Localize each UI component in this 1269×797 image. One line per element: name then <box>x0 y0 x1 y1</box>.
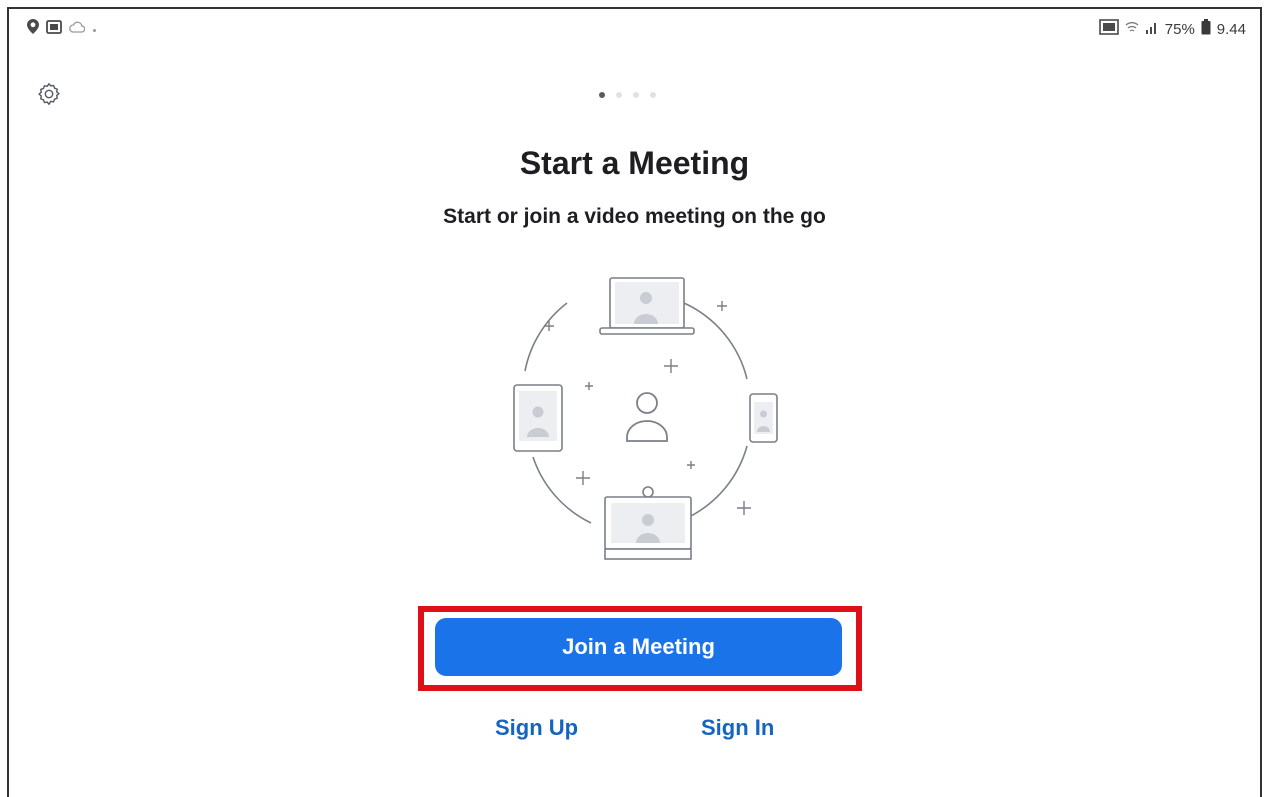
clock: 9.44 <box>1216 20 1246 38</box>
person-icon <box>626 392 668 442</box>
sign-in-link[interactable]: Sign In <box>701 715 774 741</box>
dot-icon <box>92 20 97 37</box>
battery-icon <box>1201 19 1211 39</box>
page-dot[interactable] <box>650 92 656 98</box>
app-screen: 75% 9.44 Start a Meeting Start or join a… <box>7 7 1262 797</box>
laptop-icon <box>599 277 695 335</box>
join-meeting-button[interactable]: Join a Meeting <box>435 618 842 676</box>
page-title: Start a Meeting <box>519 145 750 181</box>
signal-icon <box>1145 20 1159 38</box>
gallery-icon <box>46 19 62 38</box>
conference-room-icon <box>604 486 692 560</box>
location-pin-icon <box>27 19 39 38</box>
cast-icon <box>1098 19 1119 39</box>
status-bar: 75% 9.44 <box>9 9 1260 49</box>
tablet-icon <box>513 384 563 452</box>
battery-percent: 75% <box>1164 20 1195 38</box>
status-right-icons: 75% 9.44 <box>1098 19 1246 39</box>
gear-icon[interactable] <box>36 81 62 107</box>
page-dot[interactable] <box>599 92 605 98</box>
wifi-icon <box>1125 20 1139 38</box>
page-dot[interactable] <box>616 92 622 98</box>
page-indicator <box>599 92 656 98</box>
phone-icon <box>749 393 778 443</box>
meeting-illustration <box>479 261 809 571</box>
cloud-icon <box>69 20 86 37</box>
page-dot[interactable] <box>633 92 639 98</box>
sign-up-link[interactable]: Sign Up <box>495 715 578 741</box>
status-left-icons <box>27 19 97 38</box>
page-subtitle: Start or join a video meeting on the go <box>443 205 826 228</box>
